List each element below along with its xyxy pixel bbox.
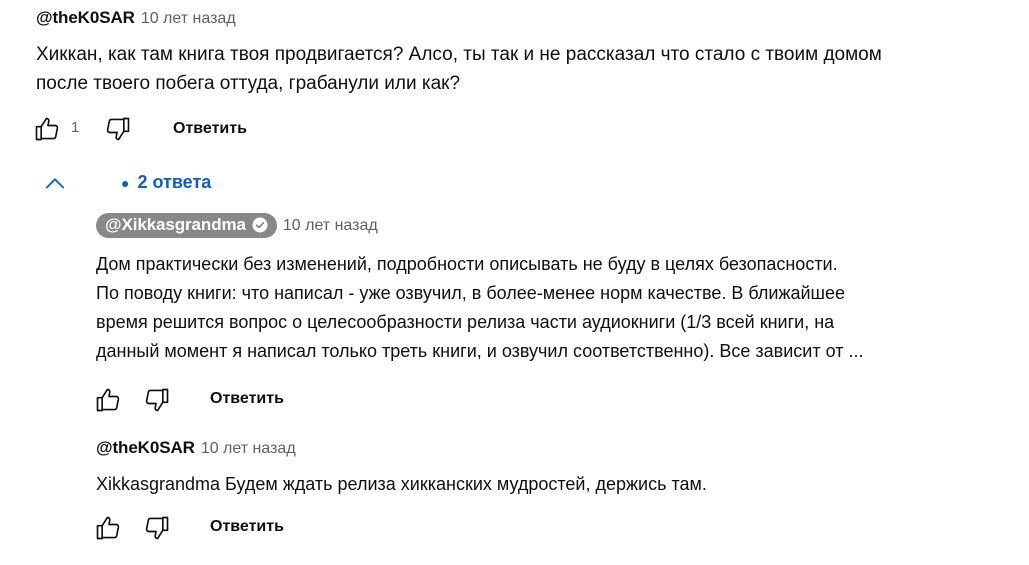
comment-text-line: Хиккан, как там книга твоя продвигается?… (36, 44, 882, 65)
reply-time[interactable]: 10 лет назад (283, 217, 378, 234)
thumbs-up-icon (96, 388, 120, 412)
chevron-up-icon (45, 178, 65, 189)
reply-text-line: данный момент я написал только треть кни… (96, 341, 864, 361)
comment-time[interactable]: 10 лет назад (141, 10, 236, 27)
bullet-dot: ● (121, 175, 130, 191)
reply-text-line: время решится вопрос о целесообразности … (96, 312, 835, 332)
collapse-replies-button[interactable] (40, 169, 70, 199)
reply-header: @theK0SAR 10 лет назад (96, 438, 296, 458)
reply-button[interactable]: Ответить (210, 518, 284, 536)
reply-button[interactable]: Ответить (173, 120, 247, 138)
dislike-button[interactable] (103, 114, 133, 144)
comment-text-line: после твоего побега оттуда, грабанули ил… (36, 73, 461, 94)
reply-button[interactable]: Ответить (210, 390, 284, 408)
reply-header: @Xikkasgrandma 10 лет назад (96, 213, 378, 238)
replies-toggle[interactable]: ● 2 ответа (121, 172, 211, 193)
thumbs-down-icon (106, 117, 130, 141)
reply-text-line: Дом практически без изменений, подробнос… (96, 254, 838, 274)
reply-author: @Xikkasgrandma (105, 215, 246, 234)
like-button[interactable] (93, 385, 123, 415)
comment-author[interactable]: @theK0SAR (36, 8, 135, 27)
reply-text: Дом практически без изменений, подробнос… (96, 250, 1026, 366)
like-button[interactable] (93, 513, 123, 543)
comment-header: @theK0SAR 10 лет назад (36, 8, 236, 28)
like-count: 1 (71, 119, 80, 136)
replies-count-label: 2 ответа (137, 172, 212, 192)
dislike-button[interactable] (142, 385, 172, 415)
thumbs-down-icon (145, 516, 169, 540)
dislike-button[interactable] (142, 513, 172, 543)
thumbs-up-icon (35, 117, 59, 141)
reply-author[interactable]: @theK0SAR (96, 438, 195, 457)
thumbs-down-icon (145, 388, 169, 412)
like-button[interactable] (32, 114, 62, 144)
author-chip[interactable]: @Xikkasgrandma (96, 213, 277, 238)
reply-text: Xikkasgrandma Будем ждать релиза хикканс… (96, 470, 1026, 499)
thumbs-up-icon (96, 516, 120, 540)
reply-text-line: По поводу книги: что написал - уже озвуч… (96, 283, 846, 303)
reply-time[interactable]: 10 лет назад (201, 440, 296, 457)
check-circle-icon (252, 217, 268, 233)
reply-text-line: Xikkasgrandma Будем ждать релиза хикканс… (96, 474, 707, 494)
comment-text: Хиккан, как там книга твоя продвигается?… (36, 40, 1021, 98)
